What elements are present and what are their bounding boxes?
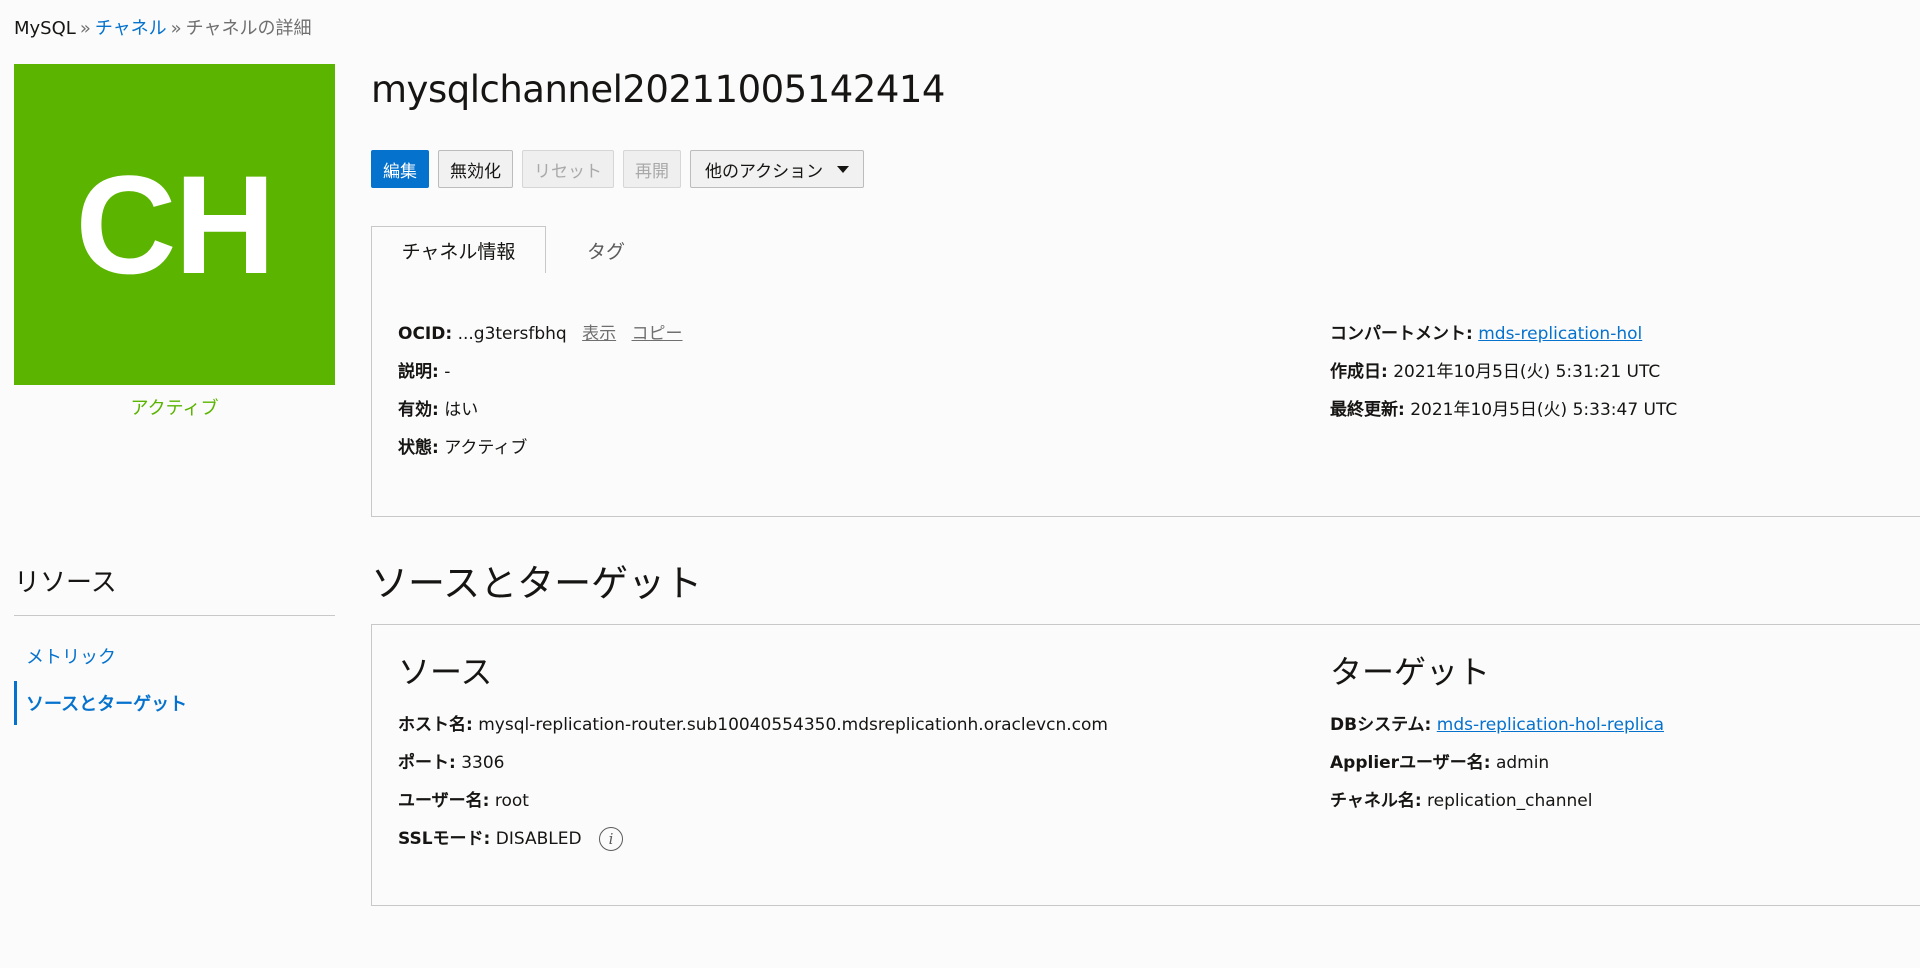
state-value: アクティブ: [444, 438, 528, 458]
db-system-link[interactable]: mds-replication-hol-replica: [1437, 715, 1664, 735]
ssl-mode-field: SSLモード: DISABLED i: [398, 824, 623, 851]
breadcrumb-current: チャネルの詳細: [185, 18, 312, 39]
created-label: 作成日:: [1330, 362, 1388, 382]
username-field: ユーザー名: root: [398, 786, 529, 811]
applier-user-label: Applierユーザー名:: [1330, 753, 1491, 773]
tab-channel-info[interactable]: チャネル情報: [371, 226, 546, 275]
host-value: mysql-replication-router.sub10040554350.…: [478, 715, 1108, 735]
source-target-panel: ソース ターゲット ホスト名: mysql-replication-router…: [371, 624, 1920, 906]
host-label: ホスト名:: [398, 715, 473, 735]
enabled-label: 有効:: [398, 400, 439, 420]
breadcrumb: MySQL» チャネル» チャネルの詳細: [14, 14, 312, 40]
ssl-mode-value: DISABLED: [495, 829, 582, 849]
channel-name-label: チャネル名:: [1330, 791, 1422, 811]
compartment-field: コンパートメント: mds-replication-hol: [1330, 319, 1642, 344]
tab-bar: チャネル情報 タグ: [371, 226, 1920, 275]
state-label: 状態:: [398, 438, 439, 458]
username-value: root: [494, 791, 529, 811]
resource-badge: CH: [14, 64, 335, 385]
applier-user-value: admin: [1495, 753, 1550, 773]
breadcrumb-channels[interactable]: チャネル: [95, 18, 167, 39]
db-system-field: DBシステム: mds-replication-hol-replica: [1330, 710, 1664, 735]
description-label: 説明:: [398, 362, 439, 382]
resources-title: リソース: [14, 568, 117, 598]
badge-initials: CH: [75, 145, 275, 303]
resources-divider: [14, 615, 335, 616]
edit-button[interactable]: 編集: [371, 150, 429, 188]
enabled-value: はい: [444, 400, 479, 420]
caret-down-icon: [837, 165, 850, 173]
updated-field: 最終更新: 2021年10月5日(火) 5:33:47 UTC: [1330, 395, 1677, 420]
updated-value: 2021年10月5日(火) 5:33:47 UTC: [1410, 400, 1678, 420]
compartment-label: コンパートメント:: [1330, 324, 1473, 344]
username-label: ユーザー名:: [398, 791, 490, 811]
source-title: ソース: [398, 653, 493, 691]
channel-name-field: チャネル名: replication_channel: [1330, 786, 1592, 811]
compartment-link[interactable]: mds-replication-hol: [1478, 324, 1642, 344]
disable-button[interactable]: 無効化: [438, 150, 513, 188]
created-field: 作成日: 2021年10月5日(火) 5:31:21 UTC: [1330, 357, 1660, 382]
more-actions-button[interactable]: 他のアクション: [690, 150, 865, 188]
db-system-label: DBシステム:: [1330, 715, 1432, 735]
updated-label: 最終更新:: [1330, 400, 1405, 420]
reset-button[interactable]: リセット: [522, 150, 614, 188]
created-value: 2021年10月5日(火) 5:31:21 UTC: [1393, 362, 1661, 382]
ocid-value: ...g3tersfbhq: [457, 324, 567, 344]
host-field: ホスト名: mysql-replication-router.sub100405…: [398, 710, 1108, 735]
applier-user-field: Applierユーザー名: admin: [1330, 748, 1549, 773]
ocid-field: OCID: ...g3tersfbhq 表示 コピー: [398, 319, 683, 344]
enabled-field: 有効: はい: [398, 395, 478, 420]
resume-button[interactable]: 再開: [623, 150, 681, 188]
port-field: ポート: 3306: [398, 748, 504, 773]
breadcrumb-separator: »: [170, 18, 182, 39]
sidebar-item-metrics[interactable]: メトリック: [14, 634, 335, 678]
sidebar-item-source-target[interactable]: ソースとターゲット: [14, 681, 335, 725]
state-field: 状態: アクティブ: [398, 433, 527, 458]
description-value: -: [444, 362, 451, 382]
info-icon[interactable]: i: [598, 827, 623, 851]
ocid-label: OCID:: [398, 324, 453, 344]
status-badge: アクティブ: [130, 398, 219, 419]
channel-info-panel: OCID: ...g3tersfbhq 表示 コピー 説明: - 有効: はい …: [371, 273, 1920, 517]
more-actions-label: 他のアクション: [705, 161, 824, 182]
section-title: ソースとターゲット: [371, 562, 703, 605]
description-field: 説明: -: [398, 357, 450, 382]
port-value: 3306: [461, 753, 505, 773]
action-toolbar: 編集 無効化 リセット 再開 他のアクション: [371, 150, 865, 188]
page-title: mysqlchannel20211005142414: [371, 68, 945, 111]
port-label: ポート:: [398, 753, 456, 773]
channel-name-value: replication_channel: [1427, 791, 1593, 811]
tab-tags[interactable]: タグ: [571, 226, 641, 274]
ssl-mode-label: SSLモード:: [398, 829, 491, 849]
ocid-copy-link[interactable]: コピー: [632, 324, 683, 344]
target-title: ターゲット: [1330, 653, 1491, 691]
breadcrumb-mysql[interactable]: MySQL: [14, 18, 76, 39]
breadcrumb-separator: »: [79, 18, 91, 39]
ocid-show-link[interactable]: 表示: [582, 324, 616, 344]
